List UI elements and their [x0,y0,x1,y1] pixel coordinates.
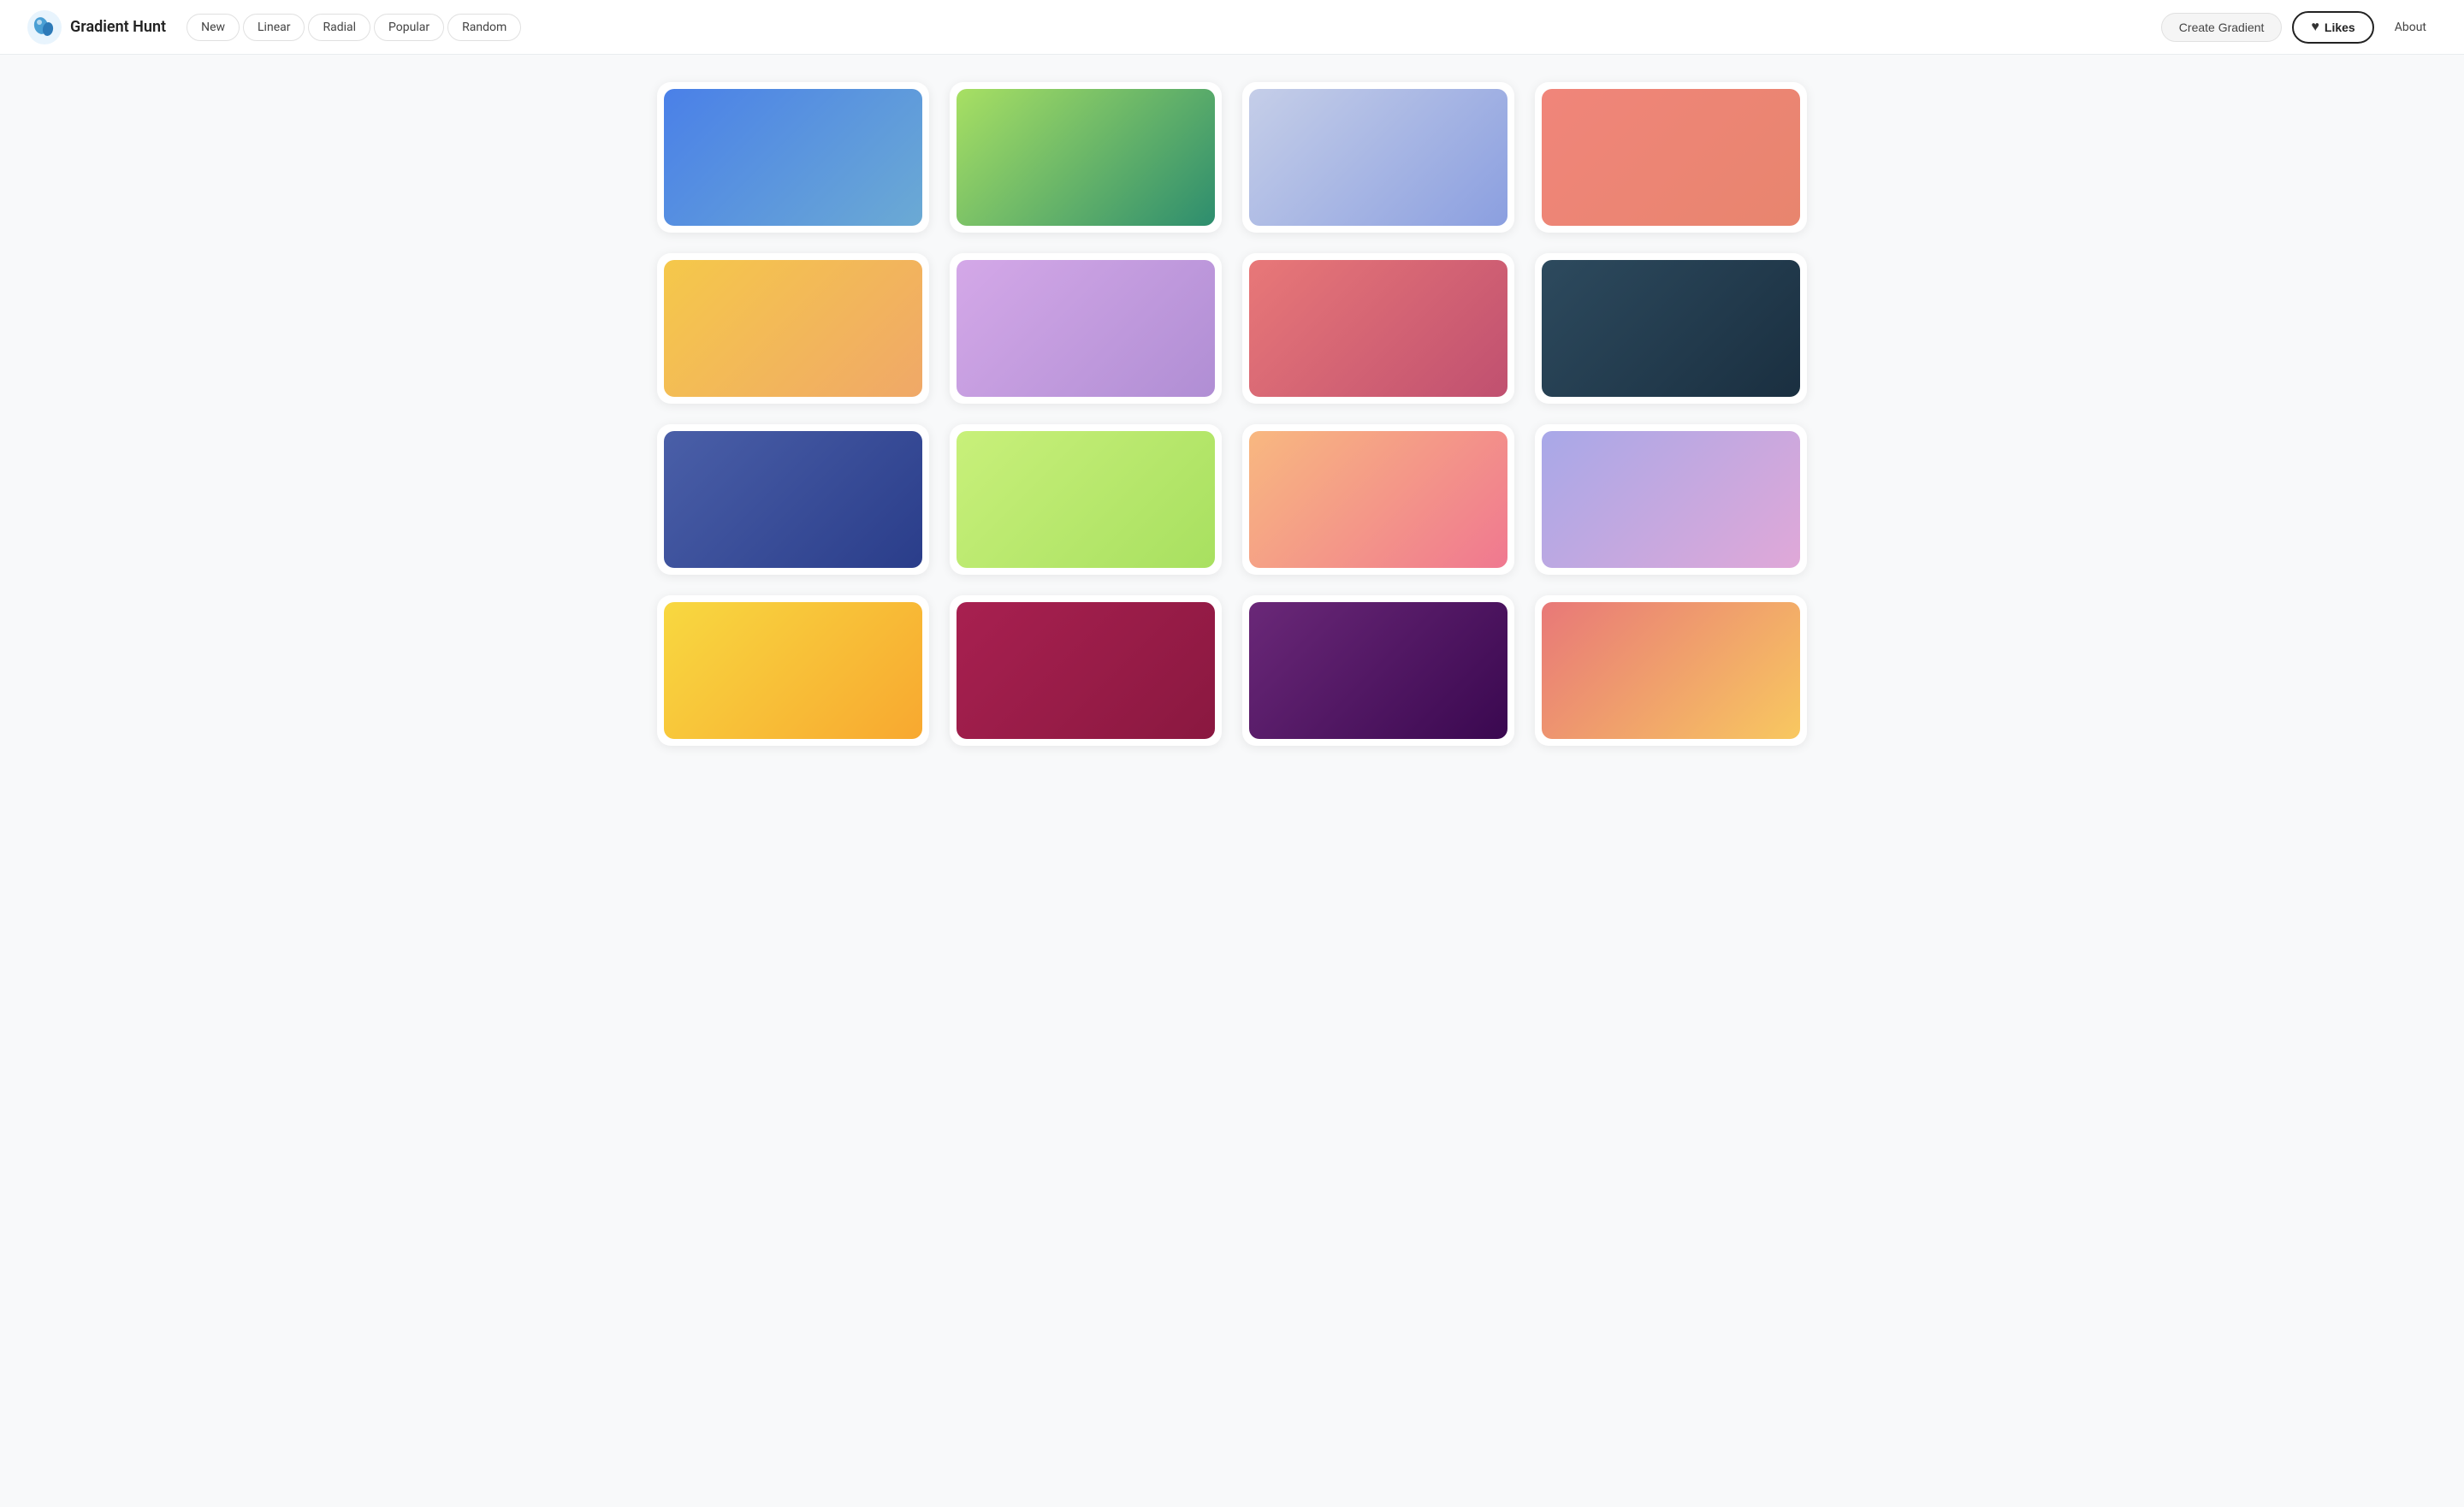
gradient-swatch [1542,260,1800,397]
gradient-card[interactable] [1535,253,1807,404]
gradient-swatch [1249,89,1507,226]
gradient-card[interactable] [1535,82,1807,233]
heart-icon: ♥ [2311,20,2319,35]
main-content [616,55,1848,773]
about-link[interactable]: About [2384,14,2437,41]
likes-button[interactable]: ♥ Likes [2292,11,2373,44]
gradient-card[interactable] [657,424,929,575]
gradient-swatch [957,260,1215,397]
gradient-swatch [1542,431,1800,568]
logo-text: Gradient Hunt [70,18,166,36]
gradient-swatch [1249,260,1507,397]
gradient-swatch [957,431,1215,568]
gradient-swatch [664,602,922,739]
gradient-card[interactable] [1242,82,1514,233]
gradient-card[interactable] [950,82,1222,233]
gradient-swatch [664,260,922,397]
gradient-card[interactable] [1242,253,1514,404]
nav-linear[interactable]: Linear [243,14,305,41]
site-header: Gradient Hunt New Linear Radial Popular … [0,0,2464,55]
gradient-grid [657,82,1807,746]
gradient-card[interactable] [950,424,1222,575]
nav-radial[interactable]: Radial [308,14,370,41]
create-gradient-button[interactable]: Create Gradient [2161,13,2283,42]
gradient-swatch [1249,431,1507,568]
nav-popular[interactable]: Popular [374,14,444,41]
gradient-swatch [1249,602,1507,739]
nav-random[interactable]: Random [447,14,521,41]
logo-icon [27,10,62,44]
nav-new[interactable]: New [187,14,240,41]
gradient-card[interactable] [950,253,1222,404]
gradient-swatch [1542,602,1800,739]
gradient-card[interactable] [1535,595,1807,746]
gradient-swatch [1542,89,1800,226]
main-nav: New Linear Radial Popular Random [187,14,521,41]
gradient-card[interactable] [1242,595,1514,746]
header-right: Create Gradient ♥ Likes About [2161,11,2437,44]
gradient-swatch [664,89,922,226]
logo-link[interactable]: Gradient Hunt [27,10,166,44]
gradient-card[interactable] [657,82,929,233]
gradient-card[interactable] [657,595,929,746]
gradient-card[interactable] [1242,424,1514,575]
gradient-swatch [957,602,1215,739]
gradient-swatch [664,431,922,568]
likes-label: Likes [2325,21,2355,34]
gradient-card[interactable] [657,253,929,404]
header-left: Gradient Hunt New Linear Radial Popular … [27,10,521,44]
gradient-card[interactable] [950,595,1222,746]
gradient-card[interactable] [1535,424,1807,575]
gradient-swatch [957,89,1215,226]
